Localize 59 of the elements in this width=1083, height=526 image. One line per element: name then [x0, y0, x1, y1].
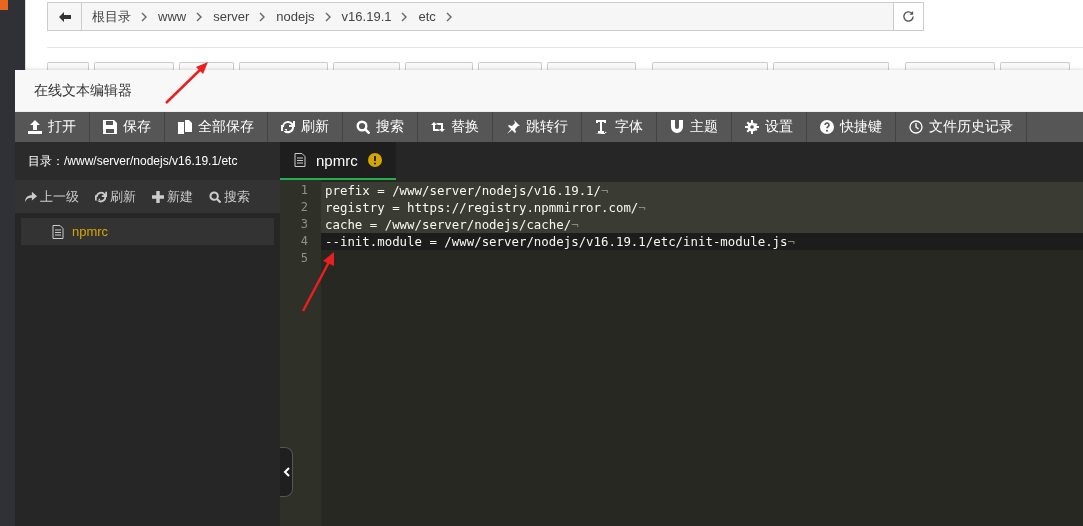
panel-action-button[interactable]: 刷新: [95, 187, 136, 206]
chevron-right-icon: [445, 11, 453, 22]
upload-icon: [28, 120, 42, 134]
clock-icon: [909, 120, 923, 134]
chevron-right-icon: [324, 11, 332, 22]
text-height-icon: [595, 120, 609, 134]
directory-path: 目录：/www/server/nodejs/v16.19.1/etc: [28, 152, 238, 170]
documents-icon: [178, 120, 192, 134]
breadcrumb-link[interactable]: www: [158, 9, 187, 24]
swap-arrows-icon: [431, 120, 445, 134]
pin-icon: [506, 120, 520, 134]
code-line: registry = https://registry.npmmirror.com/: [325, 200, 639, 215]
code-line: cache = /www/server/nodejs/cache/: [325, 217, 572, 232]
plus-icon: [152, 190, 164, 203]
line-end-mark: ¬: [638, 200, 646, 215]
panel-action-button[interactable]: 搜索: [209, 187, 250, 206]
panel-action-button[interactable]: 新建: [152, 187, 193, 206]
refresh-icon: [281, 120, 295, 134]
collapse-handle[interactable]: [280, 447, 293, 497]
window-title: 在线文本编辑器: [34, 81, 132, 100]
line-number: 5: [299, 250, 309, 267]
chevron-right-icon: [401, 11, 409, 22]
share-arrow-icon: [25, 190, 37, 203]
chevron-left-icon: [282, 467, 290, 477]
search-icon: [356, 120, 370, 134]
line-end-mark: ¬: [787, 234, 795, 249]
annotation-arrow: [165, 62, 208, 104]
help-icon: [820, 120, 834, 134]
chevron-right-icon: [196, 11, 204, 22]
breadcrumb-link[interactable]: v16.19.1: [341, 9, 392, 24]
chevron-right-icon: [141, 11, 148, 22]
file-icon: [52, 224, 64, 239]
line-end-mark: ¬: [571, 217, 579, 232]
breadcrumb-link[interactable]: etc: [418, 9, 436, 24]
breadcrumb-link[interactable]: 根目录: [92, 7, 131, 26]
line-number: 3: [299, 216, 309, 233]
refresh-icon: [95, 190, 107, 203]
line-number: 1: [299, 182, 309, 199]
file-tab[interactable]: npmrc: [280, 142, 396, 180]
line-number: 4: [299, 233, 309, 250]
gear-icon: [745, 120, 759, 134]
file-icon: [294, 153, 306, 167]
panel-action-button[interactable]: 上一级: [25, 187, 79, 206]
line-number: 2: [299, 199, 309, 216]
code-line: --init.module = /www/server/nodejs/v16.19.1/etc/init-module.js: [325, 234, 788, 249]
breadcrumb-link[interactable]: nodejs: [276, 9, 315, 24]
chevron-right-icon: [259, 11, 267, 22]
annotation-arrow: [301, 252, 334, 312]
refresh-button[interactable]: [893, 3, 923, 30]
search-icon: [209, 190, 221, 203]
back-arrow-icon: [58, 11, 71, 22]
breadcrumb-link[interactable]: server: [213, 9, 250, 24]
logo-mark: [0, 0, 8, 10]
code-editor[interactable]: 1 2 3 4 5 prefix = /www/server/nodejs/v16.19.1/¬ registry = https://registry.npmmirror.com/¬ cache = /www/server/nodejs/cache/¬ --init.module = /www/server/nodejs/v16.19.1/etc/init-module.js¬: [280, 180, 1083, 526]
magnet-icon: [670, 120, 684, 134]
file-item[interactable]: npmrc: [21, 218, 274, 245]
line-end-mark: ¬: [601, 183, 609, 198]
refresh-icon: [902, 10, 915, 23]
code-line: prefix = /www/server/nodejs/v16.19.1/: [325, 183, 601, 198]
